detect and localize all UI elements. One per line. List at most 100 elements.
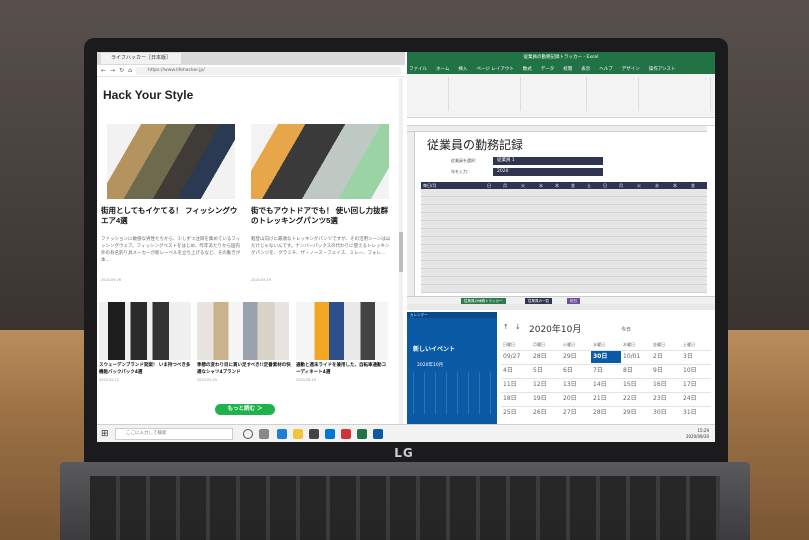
url-field[interactable]: https://www.lifehacker.jp/ bbox=[135, 66, 401, 75]
calendar-day-cell[interactable]: 6日 bbox=[561, 365, 591, 377]
formula-bar[interactable] bbox=[407, 118, 715, 126]
excel-title-bar: 従業員の勤務記録トラッカー - Excel bbox=[407, 52, 715, 64]
article-image-shirts[interactable] bbox=[197, 302, 289, 360]
excel-icon[interactable] bbox=[357, 429, 367, 439]
calendar-day-cell[interactable]: 24日 bbox=[681, 393, 711, 405]
ribbon-tab-formulas[interactable]: 数式 bbox=[523, 66, 532, 72]
mini-calendar-grid[interactable] bbox=[413, 372, 493, 414]
edge-icon[interactable] bbox=[277, 429, 287, 439]
article-title[interactable]: 街でもアウトドアでも！ 使い回し力抜群のトレッキングパンツ5選 bbox=[251, 206, 393, 226]
read-more-button[interactable]: もっと読む ＞ bbox=[215, 404, 275, 415]
ribbon-tab-assist[interactable]: 操作アシスト bbox=[649, 66, 676, 72]
taskbar-search-input[interactable]: ここに入力して検索 bbox=[115, 428, 233, 440]
weekday-label: 火曜日 bbox=[563, 342, 575, 347]
browser-scroll-thumb[interactable] bbox=[399, 232, 403, 272]
ribbon-group-clipboard[interactable] bbox=[409, 77, 449, 111]
calendar-day-cell[interactable]: 4日 bbox=[501, 365, 531, 377]
calendar-day-cell[interactable]: 2日 bbox=[651, 351, 681, 363]
article-title[interactable]: 街用としてもイケてる！ フィッシングウエア4選 bbox=[101, 206, 241, 226]
forward-arrow-icon[interactable]: → bbox=[110, 67, 115, 74]
calendar-day-cell[interactable]: 26日 bbox=[531, 407, 561, 419]
down-arrow-icon[interactable]: ↓ bbox=[515, 323, 521, 331]
calendar-day-cell[interactable]: 7日 bbox=[591, 365, 621, 377]
year-input-cell[interactable]: 2020 bbox=[493, 168, 603, 176]
weekday-header: 木 bbox=[555, 183, 559, 188]
refresh-icon[interactable]: ↻ bbox=[119, 67, 124, 74]
calendar-grid[interactable] bbox=[421, 189, 707, 293]
weekday-header: 水 bbox=[539, 183, 543, 188]
calendar-day-cell[interactable]: 21日 bbox=[591, 393, 621, 405]
calendar-today-cell[interactable]: 30日 bbox=[591, 351, 621, 363]
ribbon-tab-insert[interactable]: 挿入 bbox=[458, 66, 467, 72]
calendar-day-cell[interactable]: 3日 bbox=[681, 351, 711, 363]
file-explorer-icon[interactable] bbox=[293, 429, 303, 439]
calendar-day-cell[interactable]: 16日 bbox=[651, 379, 681, 391]
small-article-title[interactable]: 通勤と週末ライドを兼用した、自転車通勤コーディネート4選 bbox=[296, 362, 390, 376]
store-icon[interactable] bbox=[309, 429, 319, 439]
ribbon-tab-data[interactable]: データ bbox=[541, 66, 555, 72]
windows-start-icon[interactable]: ⊞ bbox=[101, 429, 111, 439]
small-article-title[interactable]: スウェーデンブランド発案！ いま持つべき多機能バックパック4選 bbox=[99, 362, 193, 376]
calendar-day-cell[interactable]: 23日 bbox=[651, 393, 681, 405]
calendar-day-cell[interactable]: 18日 bbox=[501, 393, 531, 405]
calendar-day-cell[interactable]: 09/27 bbox=[501, 351, 531, 363]
calendar-day-cell[interactable]: 9日 bbox=[651, 365, 681, 377]
calendar-day-cell[interactable]: 10日 bbox=[681, 365, 711, 377]
calendar-icon[interactable] bbox=[373, 429, 383, 439]
calendar-day-cell[interactable]: 29日 bbox=[561, 351, 591, 363]
article-image-trekking[interactable] bbox=[251, 124, 389, 199]
calendar-main: ↑ ↓ 2020年10月 今日 日曜日 月曜日 火曜日 水曜日 木曜日 金曜日 … bbox=[501, 318, 715, 424]
calendar-day-cell[interactable]: 25日 bbox=[501, 407, 531, 419]
calendar-day-cell[interactable]: 29日 bbox=[621, 407, 651, 419]
calendar-day-cell[interactable]: 30日 bbox=[651, 407, 681, 419]
calendar-day-cell[interactable]: 22日 bbox=[621, 393, 651, 405]
cortana-icon[interactable] bbox=[243, 429, 253, 439]
calendar-day-cell[interactable]: 11日 bbox=[501, 379, 531, 391]
calendar-day-cell[interactable]: 28日 bbox=[531, 351, 561, 363]
ribbon-tab-home[interactable]: ホーム bbox=[436, 66, 449, 72]
article-image-bike[interactable] bbox=[296, 302, 388, 360]
calendar-day-cell[interactable]: 15日 bbox=[621, 379, 651, 391]
calendar-day-cell[interactable]: 8日 bbox=[621, 365, 651, 377]
article-image-backpack[interactable] bbox=[99, 302, 191, 360]
today-button[interactable]: 今日 bbox=[621, 326, 631, 333]
article-image-fishing[interactable] bbox=[107, 124, 235, 199]
weekday-header: 日 bbox=[487, 183, 491, 188]
app-red-icon[interactable] bbox=[341, 429, 351, 439]
new-event-button[interactable]: 新しいイベント bbox=[413, 344, 455, 353]
article-desc: ファッションに敏感な男性たちから、少しずつ注目を集めているフィッシングウェア。フ… bbox=[101, 237, 241, 263]
small-article-title[interactable]: 季節の変わり目に買い足すべき!!定番素材の快適なシャツ4ブランド bbox=[197, 362, 291, 376]
back-arrow-icon[interactable]: ← bbox=[101, 67, 106, 74]
excel-status-bar bbox=[407, 304, 715, 310]
calendar-day-cell[interactable]: 13日 bbox=[561, 379, 591, 391]
calendar-day-cell[interactable]: 19日 bbox=[531, 393, 561, 405]
calendar-day-cell[interactable]: 27日 bbox=[561, 407, 591, 419]
calendar-day-cell[interactable]: 31日 bbox=[681, 407, 711, 419]
ribbon-tab-help[interactable]: ヘルプ bbox=[599, 66, 613, 72]
calendar-day-cell[interactable]: 12日 bbox=[531, 379, 561, 391]
ribbon-tab-view[interactable]: 表示 bbox=[581, 66, 590, 72]
home-icon[interactable]: ⌂ bbox=[128, 67, 132, 74]
taskbar-clock[interactable]: 15:29 2020/09/30 bbox=[686, 428, 709, 440]
ribbon-tab-design[interactable]: デザイン bbox=[622, 66, 640, 72]
employee-label: 従業員を選択: bbox=[451, 158, 477, 163]
calendar-day-cell[interactable]: 5日 bbox=[531, 365, 561, 377]
employee-select-cell[interactable]: 従業員 1 bbox=[493, 157, 603, 165]
task-view-icon[interactable] bbox=[259, 429, 269, 439]
ribbon-group-styles[interactable] bbox=[641, 77, 711, 111]
article-desc: 軽登山向けに最適なトレッキングパンツですが、その活用シーンは山だけじゃないんです… bbox=[251, 237, 391, 256]
calendar-day-cell[interactable]: 14日 bbox=[591, 379, 621, 391]
ribbon-group-font[interactable] bbox=[451, 77, 521, 111]
ribbon-group-number[interactable] bbox=[589, 77, 639, 111]
calendar-day-cell[interactable]: 20日 bbox=[561, 393, 591, 405]
ribbon-group-alignment[interactable] bbox=[523, 77, 587, 111]
browser-tab[interactable]: ライフハッカー［日本版］ bbox=[101, 53, 181, 64]
ribbon-tab-layout[interactable]: ページ レイアウト bbox=[476, 66, 513, 72]
calendar-day-cell[interactable]: 10/01 bbox=[621, 351, 651, 363]
calendar-day-cell[interactable]: 17日 bbox=[681, 379, 711, 391]
mail-icon[interactable] bbox=[325, 429, 335, 439]
calendar-day-cell[interactable]: 28日 bbox=[591, 407, 621, 419]
up-arrow-icon[interactable]: ↑ bbox=[503, 323, 509, 331]
ribbon-tab-file[interactable]: ファイル bbox=[409, 66, 427, 72]
ribbon-tab-review[interactable]: 校閲 bbox=[563, 66, 572, 72]
